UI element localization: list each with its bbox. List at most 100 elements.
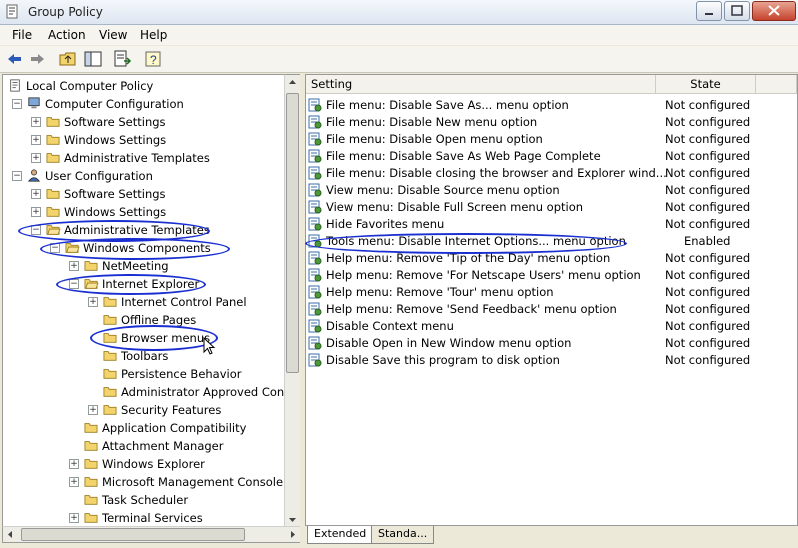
expand-icon[interactable]: + bbox=[69, 459, 79, 469]
folder-open-icon bbox=[84, 279, 99, 289]
tree-node[interactable]: + Windows Settings bbox=[3, 203, 285, 221]
folder-icon bbox=[84, 495, 98, 505]
tree-node[interactable]: − Internet Explorer bbox=[3, 275, 285, 293]
tree-node[interactable]: + Terminal Services bbox=[3, 509, 285, 527]
expand-icon[interactable]: + bbox=[31, 153, 41, 163]
back-arrow-icon[interactable] bbox=[5, 49, 25, 69]
collapse-icon[interactable]: − bbox=[69, 279, 79, 289]
tree-node[interactable]: Offline Pages bbox=[3, 311, 285, 329]
scroll-right-arrow-icon[interactable] bbox=[286, 527, 300, 542]
list-item[interactable]: Disable Open in New Window menu option No… bbox=[306, 335, 797, 352]
setting-state: Not configured bbox=[665, 353, 751, 367]
setting-name: File menu: Disable Save As Web Page Comp… bbox=[326, 149, 601, 163]
tree-node[interactable]: Persistence Behavior bbox=[3, 365, 285, 383]
menu-help[interactable]: Help bbox=[140, 28, 167, 42]
tree-node[interactable]: Attachment Manager bbox=[3, 437, 285, 455]
tree-node[interactable]: + Microsoft Management Console bbox=[3, 473, 285, 491]
menu-file[interactable]: File bbox=[12, 28, 32, 42]
console-tree[interactable]: Local Computer Policy − Computer Configura… bbox=[2, 74, 285, 528]
tree-node[interactable]: + Internet Control Panel bbox=[3, 293, 285, 311]
list-item[interactable]: Help menu: Remove 'Tour' menu option Not … bbox=[306, 284, 797, 301]
list-item[interactable]: Disable Context menu Not configured bbox=[306, 318, 797, 335]
expand-icon[interactable]: + bbox=[31, 207, 41, 217]
tree-node[interactable]: − User Configuration bbox=[3, 167, 285, 185]
expand-icon[interactable]: + bbox=[31, 135, 41, 145]
folder-icon bbox=[103, 405, 117, 415]
close-icon bbox=[768, 5, 780, 16]
list-item[interactable]: File menu: Disable closing the browser a… bbox=[306, 165, 797, 182]
tree-node[interactable]: + Windows Settings bbox=[3, 131, 285, 149]
tree-node-label: Administrative Templates bbox=[64, 151, 210, 165]
up-folder-icon[interactable] bbox=[58, 49, 78, 69]
help-icon[interactable]: ? bbox=[143, 49, 163, 69]
list-item[interactable]: View menu: Disable Full Screen menu opti… bbox=[306, 199, 797, 216]
collapse-icon[interactable]: − bbox=[12, 99, 22, 109]
tab-extended[interactable]: Extended bbox=[307, 526, 374, 544]
tree-node[interactable]: Task Scheduler bbox=[3, 491, 285, 509]
tree-node[interactable]: + Administrative Templates bbox=[3, 149, 285, 167]
tree-node[interactable]: + NetMeeting bbox=[3, 257, 285, 275]
tree-node[interactable]: Browser menus bbox=[3, 329, 285, 347]
tree-vertical-scrollbar[interactable] bbox=[284, 74, 301, 528]
list-item[interactable]: File menu: Disable Open menu option Not c… bbox=[306, 131, 797, 148]
tree-node[interactable]: + Windows Explorer bbox=[3, 455, 285, 473]
list-item[interactable]: View menu: Disable Source menu option Not… bbox=[306, 182, 797, 199]
policy-setting-icon bbox=[308, 319, 322, 333]
setting-state: Not configured bbox=[665, 98, 751, 112]
scroll-up-arrow-icon[interactable] bbox=[285, 75, 300, 89]
list-item[interactable]: Help menu: Remove 'Tip of the Day' menu … bbox=[306, 250, 797, 267]
minimize-button[interactable] bbox=[696, 1, 722, 21]
expand-icon[interactable]: + bbox=[31, 117, 41, 127]
list-item[interactable]: Hide Favorites menu Not configured bbox=[306, 216, 797, 233]
tab-standard[interactable]: Standa... bbox=[371, 526, 435, 544]
expand-icon[interactable]: + bbox=[88, 297, 98, 307]
tree-node[interactable]: − Computer Configuration bbox=[3, 95, 285, 113]
expand-icon[interactable]: + bbox=[69, 477, 79, 487]
maximize-button[interactable] bbox=[724, 1, 750, 21]
collapse-icon[interactable]: − bbox=[50, 243, 60, 253]
list-item[interactable]: File menu: Disable Save As... menu optio… bbox=[306, 97, 797, 114]
tree-node[interactable]: + Software Settings bbox=[3, 185, 285, 203]
tree-node[interactable]: + Security Features bbox=[3, 401, 285, 419]
show-hide-tree-icon[interactable] bbox=[83, 49, 103, 69]
tree-node-label: Administrator Approved Cont bbox=[121, 385, 285, 399]
expand-icon[interactable]: + bbox=[69, 261, 79, 271]
collapse-icon[interactable]: − bbox=[12, 171, 22, 181]
tree-node[interactable]: − Administrative Templates bbox=[3, 221, 285, 239]
hscroll-thumb[interactable] bbox=[21, 528, 245, 541]
expand-icon[interactable]: + bbox=[88, 405, 98, 415]
pane-splitter[interactable] bbox=[300, 74, 304, 544]
list-item[interactable]: Help menu: Remove 'For Netscape Users' m… bbox=[306, 267, 797, 284]
list-item[interactable]: Tools menu: Disable Internet Options... … bbox=[306, 233, 797, 250]
list-item[interactable]: File menu: Disable Save As Web Page Comp… bbox=[306, 148, 797, 165]
scroll-thumb[interactable] bbox=[286, 93, 299, 373]
scroll-down-arrow-icon[interactable] bbox=[285, 513, 300, 527]
close-button[interactable] bbox=[752, 1, 796, 21]
scroll-left-arrow-icon[interactable] bbox=[3, 527, 17, 542]
window-controls bbox=[694, 1, 796, 21]
tree-node[interactable]: Toolbars bbox=[3, 347, 285, 365]
list-item[interactable]: File menu: Disable New menu option Not co… bbox=[306, 114, 797, 131]
expand-icon[interactable]: + bbox=[69, 513, 79, 523]
tree-node[interactable]: Application Compatibility bbox=[3, 419, 285, 437]
setting-state: Not configured bbox=[665, 268, 751, 282]
tree-node-label: Windows Settings bbox=[64, 205, 167, 219]
tree-node[interactable]: − Windows Components bbox=[3, 239, 285, 257]
tree-horizontal-scrollbar[interactable] bbox=[2, 526, 301, 543]
tree-node-label: Terminal Services bbox=[102, 511, 203, 525]
list-item[interactable]: Disable Save this program to disk option… bbox=[306, 352, 797, 369]
forward-arrow-icon[interactable] bbox=[27, 49, 47, 69]
menu-view[interactable]: View bbox=[99, 28, 127, 42]
export-list-icon[interactable] bbox=[112, 49, 132, 69]
column-header-state[interactable]: State bbox=[656, 75, 756, 94]
settings-list: Setting State File menu: Disable Save As… bbox=[305, 74, 798, 526]
menu-action[interactable]: Action bbox=[48, 28, 86, 42]
expand-icon[interactable]: + bbox=[31, 189, 41, 199]
column-header-setting[interactable]: Setting bbox=[306, 75, 656, 94]
tree-node[interactable]: Administrator Approved Cont bbox=[3, 383, 285, 401]
tree-node[interactable]: + Software Settings bbox=[3, 113, 285, 131]
collapse-icon[interactable]: − bbox=[31, 225, 41, 235]
tree-node[interactable]: Local Computer Policy bbox=[3, 77, 285, 95]
setting-name: View menu: Disable Source menu option bbox=[326, 183, 560, 197]
list-item[interactable]: Help menu: Remove 'Send Feedback' menu o… bbox=[306, 301, 797, 318]
